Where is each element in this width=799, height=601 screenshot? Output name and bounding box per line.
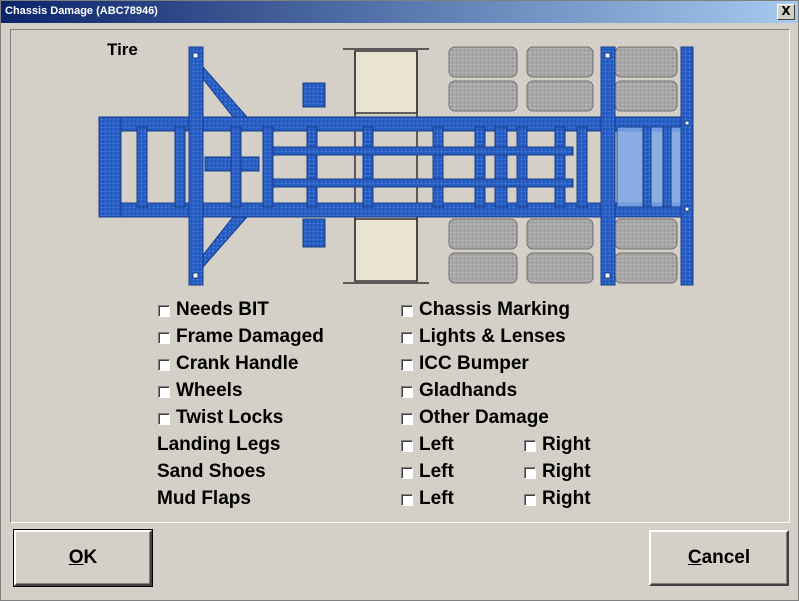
needs-bit-box[interactable] xyxy=(158,305,170,317)
icc-bumper-box[interactable] xyxy=(401,359,413,371)
title-bar[interactable]: Chassis Damage (ABC78946) X xyxy=(1,1,798,23)
tire-mid-right-outer xyxy=(526,252,594,284)
wheels-box[interactable] xyxy=(158,386,170,398)
close-button[interactable]: X xyxy=(777,4,795,20)
landing-legs-left-label[interactable]: Left xyxy=(419,434,454,456)
ok-mnemonic: O xyxy=(68,547,84,568)
rear-end xyxy=(680,46,694,286)
window-title: Chassis Damage (ABC78946) xyxy=(5,5,158,17)
chassis-diagram[interactable] xyxy=(97,43,697,289)
ok-button[interactable]: OK xyxy=(13,529,153,587)
gladhands-box[interactable] xyxy=(401,386,413,398)
landing-gear xyxy=(343,48,429,284)
frame-damaged-box[interactable] xyxy=(158,332,170,344)
tire-front-left-outer xyxy=(448,46,518,78)
landing-legs-right-box[interactable] xyxy=(524,440,536,452)
other-damage-box[interactable] xyxy=(401,413,413,425)
ok-rest: K xyxy=(83,547,98,568)
cancel-mnemonic: C xyxy=(687,547,702,568)
tire-front-left-inner xyxy=(448,80,518,112)
tire-mid-left-outer xyxy=(526,46,594,78)
front-bumper xyxy=(98,116,122,218)
twist-locks-label[interactable]: Twist Locks xyxy=(176,407,283,429)
tire-rear-right-outer xyxy=(614,252,678,284)
wheels-label[interactable]: Wheels xyxy=(176,380,243,402)
mud-flaps-left-box[interactable] xyxy=(401,494,413,506)
tire-rear-left-inner xyxy=(614,80,678,112)
twist-locks-box[interactable] xyxy=(158,413,170,425)
front-crossmember xyxy=(188,46,204,286)
sand-shoes-right-box[interactable] xyxy=(524,467,536,479)
landing-legs-left-box[interactable] xyxy=(401,440,413,452)
rear-crossmember xyxy=(600,46,616,286)
cancel-button[interactable]: Cancel xyxy=(649,530,789,586)
tire-mid-right-inner xyxy=(526,218,594,250)
lights-lenses-label[interactable]: Lights & Lenses xyxy=(419,326,566,348)
crank-handle-label[interactable]: Crank Handle xyxy=(176,353,298,375)
tire-rear-right-inner xyxy=(614,218,678,250)
chassis-damage-dialog: Chassis Damage (ABC78946) X Tire Needs B… xyxy=(0,0,799,601)
sand-shoes-label: Sand Shoes xyxy=(157,461,266,482)
mud-flaps-label: Mud Flaps xyxy=(157,488,251,509)
mud-flaps-right-label[interactable]: Right xyxy=(542,488,591,510)
chassis-marking-label[interactable]: Chassis Marking xyxy=(419,299,570,321)
tire-front-right-outer xyxy=(448,252,518,284)
needs-bit-label[interactable]: Needs BIT xyxy=(176,299,269,321)
mud-flaps-right-box[interactable] xyxy=(524,494,536,506)
cancel-rest: ancel xyxy=(701,547,751,568)
gladhands-label[interactable]: Gladhands xyxy=(419,380,517,402)
lights-lenses-box[interactable] xyxy=(401,332,413,344)
sand-shoes-right-label[interactable]: Right xyxy=(542,461,591,483)
sand-shoes-left-label[interactable]: Left xyxy=(419,461,454,483)
other-damage-label[interactable]: Other Damage xyxy=(419,407,549,429)
sand-shoes-left-box[interactable] xyxy=(401,467,413,479)
icc-bumper-label[interactable]: ICC Bumper xyxy=(419,353,529,375)
tire-mid-left-inner xyxy=(526,80,594,112)
tire-front-right-inner xyxy=(448,218,518,250)
mud-flaps-left-label[interactable]: Left xyxy=(419,488,454,510)
landing-legs-right-label[interactable]: Right xyxy=(542,434,591,456)
chassis-marking-box[interactable] xyxy=(401,305,413,317)
crank-handle-box[interactable] xyxy=(158,359,170,371)
frame-damaged-label[interactable]: Frame Damaged xyxy=(176,326,324,348)
tire-rear-left-outer xyxy=(614,46,678,78)
landing-legs-label: Landing Legs xyxy=(157,434,281,455)
